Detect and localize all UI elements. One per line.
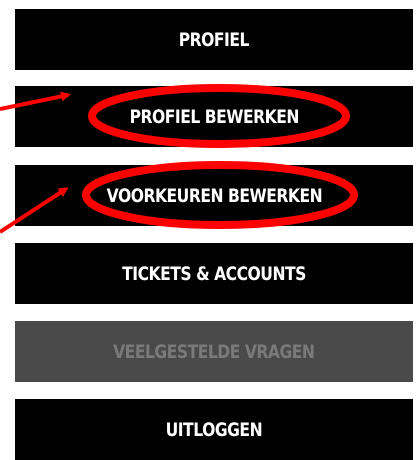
veelgestelde-vragen-label: VEELGESTELDE VRAGEN (113, 340, 315, 363)
voorkeuren-bewerken-label: VOORKEUREN BEWERKEN (106, 184, 322, 207)
tickets-accounts-label: TICKETS & ACCOUNTS (122, 262, 306, 285)
uitloggen-label: UITLOGGEN (165, 418, 263, 441)
profiel-bewerken-button[interactable]: PROFIEL BEWERKEN (15, 86, 413, 147)
profiel-button[interactable]: PROFIEL (15, 9, 413, 70)
profiel-label: PROFIEL (178, 28, 250, 51)
voorkeuren-bewerken-button[interactable]: VOORKEUREN BEWERKEN (15, 165, 413, 226)
uitloggen-button[interactable]: UITLOGGEN (15, 399, 413, 460)
tickets-accounts-button[interactable]: TICKETS & ACCOUNTS (15, 243, 413, 304)
profiel-bewerken-label: PROFIEL BEWERKEN (129, 105, 299, 128)
veelgestelde-vragen-button: VEELGESTELDE VRAGEN (15, 321, 413, 382)
